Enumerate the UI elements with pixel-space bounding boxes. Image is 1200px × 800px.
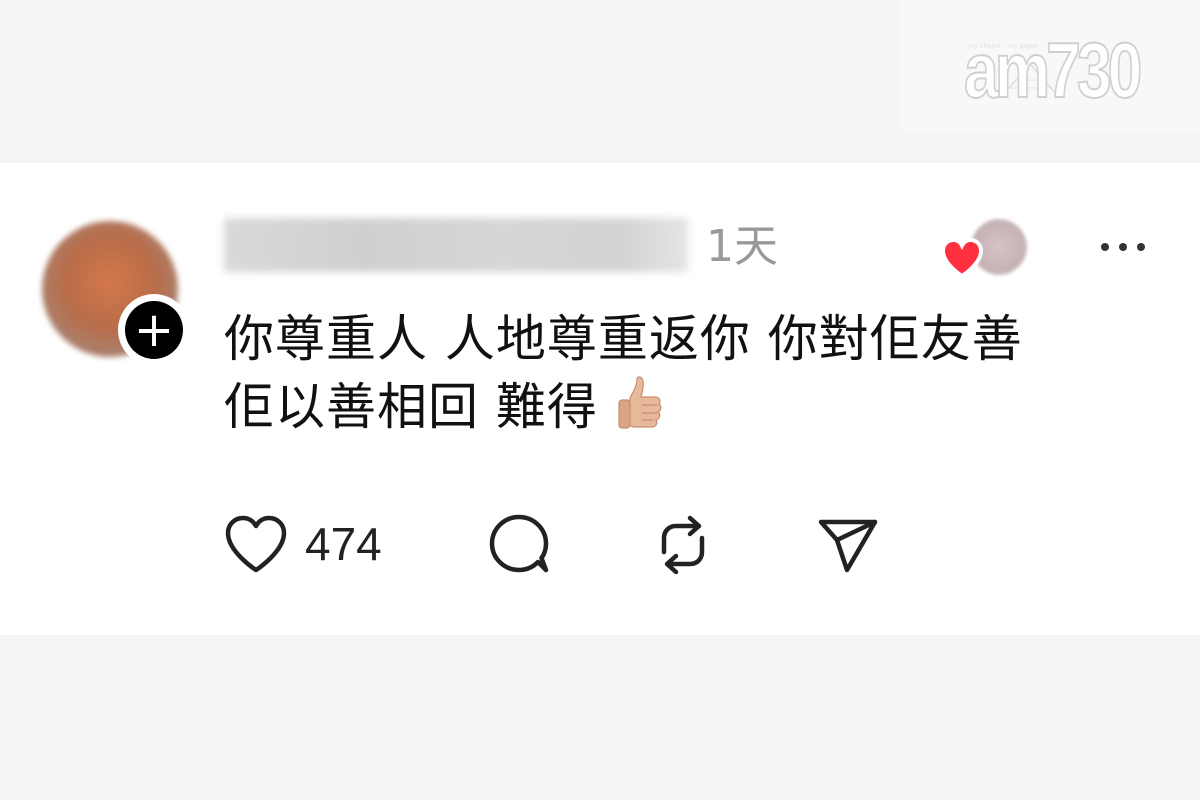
- watermark-logo: am730: [963, 26, 1143, 114]
- repost-icon[interactable]: [650, 512, 716, 578]
- timestamp: 1天: [706, 221, 778, 272]
- bottom-background: [0, 635, 1200, 800]
- comment-line-2-text: 佢以善相回 難得: [224, 378, 598, 436]
- heart-outline-icon[interactable]: [222, 512, 290, 576]
- comment-text: 你尊重人 人地尊重返你 你對佢友善 佢以善相回 難得: [224, 305, 1124, 441]
- username-redacted[interactable]: [224, 218, 688, 272]
- thumbs-up-emoji: [618, 376, 662, 429]
- send-icon[interactable]: [815, 512, 881, 578]
- plus-icon: +: [125, 301, 183, 359]
- heart-icon: [940, 237, 984, 279]
- comment-line-2: 佢以善相回 難得: [224, 373, 1124, 441]
- speech-bubble-icon[interactable]: [486, 512, 552, 578]
- like-count: 474: [305, 518, 382, 570]
- comment-line-1: 你尊重人 人地尊重返你 你對佢友善: [224, 310, 1023, 368]
- follow-button[interactable]: +: [118, 294, 190, 366]
- more-horizontal-icon[interactable]: [1096, 230, 1150, 264]
